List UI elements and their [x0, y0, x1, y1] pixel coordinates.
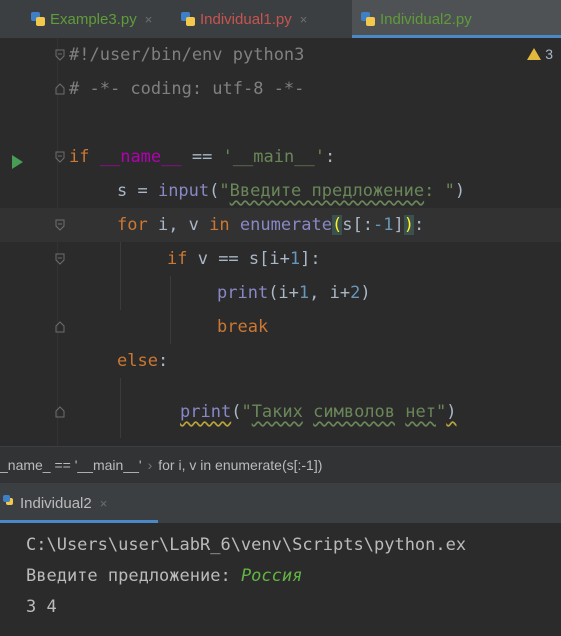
builtin-print: print — [180, 402, 232, 422]
tab-individual1[interactable]: Individual1.py × — [180, 0, 307, 38]
string-word: символов — [313, 402, 396, 422]
paren: ( — [209, 181, 220, 201]
loop-vars: i, v — [147, 215, 210, 235]
slice: ] — [393, 215, 404, 235]
python-file-icon — [180, 11, 196, 27]
python-file-icon — [30, 11, 46, 27]
fold-start-icon[interactable] — [55, 151, 65, 163]
comparison: ]: — [300, 249, 321, 269]
operator: == — [181, 147, 223, 167]
console-user-input: Россия — [240, 566, 303, 586]
fold-end-icon[interactable] — [55, 406, 65, 418]
fold-start-icon[interactable] — [55, 219, 65, 231]
tab-individual2[interactable]: Individual2.py — [352, 0, 561, 38]
keyword-break: break — [217, 317, 269, 337]
run-arrow-icon[interactable] — [12, 155, 23, 169]
console-command-line: C:\Users\user\LabR_6\venv\Scripts\python… — [26, 535, 467, 555]
fold-end-icon[interactable] — [55, 83, 65, 95]
string-literal: Введите предложение — [229, 181, 425, 201]
number: -1 — [372, 215, 394, 235]
editor-tab-bar: Example3.py × Individual1.py × Individua… — [0, 0, 561, 39]
tab-label: Individual1.py — [200, 10, 292, 28]
code-line-4: if __name__ == '__main__': — [0, 140, 561, 174]
console-prompt: Введите предложение: — [26, 566, 241, 586]
string-literal: '__main__' — [222, 147, 325, 167]
chevron-right-icon: › — [147, 457, 153, 473]
builtin-input: input — [157, 181, 210, 201]
code-line-11: print("Таких символов нет") — [0, 395, 561, 429]
keyword-if: if — [167, 249, 188, 269]
string-word: Таких — [251, 402, 303, 422]
args: (i+ — [268, 283, 299, 303]
run-tool-window-header: Individual2 × — [0, 483, 561, 523]
coding-comment: # -*- coding: utf-8 -*- — [69, 79, 305, 99]
code-line-5: s = input("Введите предложение: ") — [0, 174, 561, 208]
indent-guide — [120, 378, 121, 438]
paren: ( — [231, 402, 242, 422]
string-quote: " — [241, 402, 252, 422]
breadcrumb: _name_ == '__main__' › for i, v in enumera… — [0, 446, 561, 483]
string-word: нет — [405, 402, 436, 422]
number: 2 — [350, 283, 361, 303]
dunder-name: __name__ — [99, 147, 182, 167]
string-quote: " — [219, 181, 230, 201]
code-line-1: #!/user/bin/env python3 — [0, 38, 561, 72]
code-line-9: break — [0, 310, 561, 344]
assignment: s = — [117, 181, 158, 201]
tab-label: Individual2.py — [380, 10, 472, 28]
close-icon[interactable]: × — [300, 12, 308, 27]
code-line-6-current: for i, v in enumerate(s[:-1]): — [0, 208, 561, 242]
code-line-8: print(i+1, i+2) — [0, 276, 561, 310]
code-line-10: else: — [0, 344, 561, 378]
number: 1 — [298, 283, 310, 303]
paren: ) — [454, 181, 466, 201]
comparison: v == s[i+ — [187, 249, 290, 269]
run-tab-individual2[interactable]: Individual2 × — [0, 483, 107, 523]
python-file-icon — [3, 495, 16, 510]
run-console[interactable]: C:\Users\user\LabR_6\venv\Scripts\python… — [0, 523, 561, 636]
number: 1 — [289, 249, 301, 269]
matched-paren: ) — [403, 215, 414, 235]
builtin-enumerate: enumerate — [239, 215, 332, 235]
breadcrumb-item-for[interactable]: for i, v in enumerate(s[:-1]) — [158, 457, 322, 473]
close-icon[interactable]: × — [145, 12, 153, 27]
matched-paren: ( — [332, 215, 343, 235]
colon: : — [324, 147, 336, 167]
fold-start-icon[interactable] — [55, 49, 65, 61]
paren: ) — [360, 283, 371, 303]
breadcrumb-item-main[interactable]: _name_ == '__main__' — [0, 457, 142, 473]
keyword-in: in — [209, 215, 230, 235]
python-file-icon — [360, 11, 376, 27]
fold-start-icon[interactable] — [55, 253, 65, 265]
indent-guide — [120, 242, 121, 310]
code-editor[interactable]: 3 #!/user/bin/env python3 # -*- coding: … — [0, 38, 561, 446]
code-line-2: # -*- coding: utf-8 -*- — [0, 72, 561, 106]
keyword-for: for — [117, 215, 148, 235]
string-quote: " — [435, 402, 447, 422]
code-line-7: if v == s[i+1]: — [0, 242, 561, 276]
run-tab-label: Individual2 — [20, 494, 92, 512]
indent-guide — [170, 276, 171, 344]
slice: s[: — [342, 215, 373, 235]
paren: ) — [446, 402, 457, 422]
fold-end-icon[interactable] — [55, 321, 65, 333]
builtin-print: print — [217, 283, 269, 303]
tab-label: Example3.py — [50, 10, 137, 28]
colon: : — [413, 215, 425, 235]
keyword-if: if — [69, 147, 90, 167]
colon: : — [157, 351, 169, 371]
string-literal: : " — [424, 181, 455, 201]
tab-example3[interactable]: Example3.py × — [30, 0, 152, 38]
args: , i+ — [309, 283, 351, 303]
console-output-line: 3 4 — [26, 597, 57, 617]
close-icon[interactable]: × — [100, 496, 108, 511]
console-prompt-line: Введите предложение: Россия — [26, 561, 302, 591]
shebang-comment: #!/user/bin/env python3 — [69, 45, 305, 65]
keyword-else: else — [117, 351, 158, 371]
